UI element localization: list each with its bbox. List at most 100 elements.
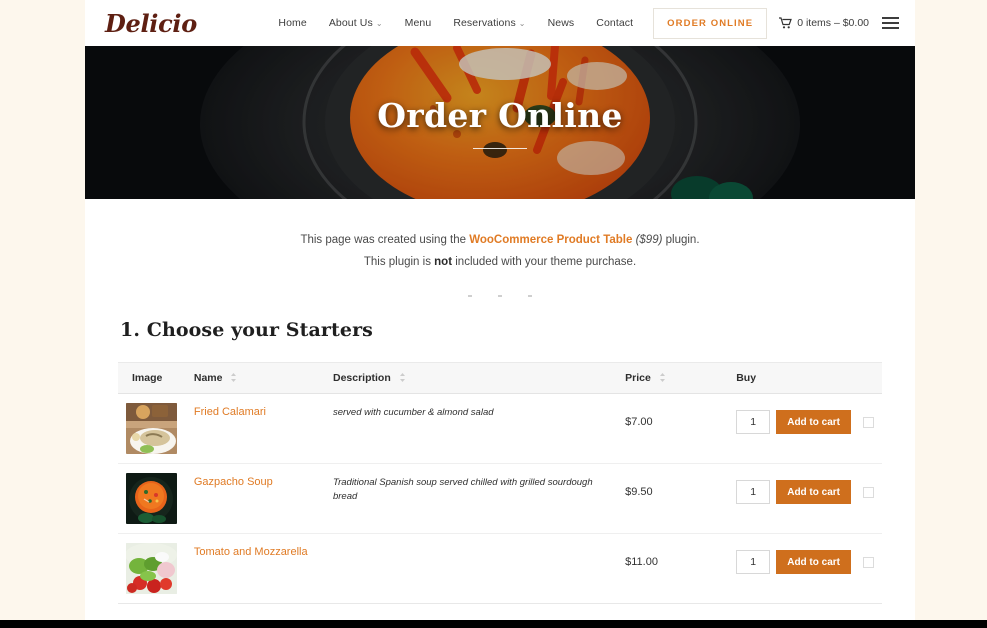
sort-icon[interactable]: [659, 373, 666, 382]
nav-label: Menu: [404, 17, 432, 29]
buy-controls: Add to cart: [736, 543, 874, 574]
product-description: served with cucumber & almond salad: [332, 407, 494, 418]
nav-label: News: [547, 17, 575, 29]
woocommerce-product-table-link[interactable]: WooCommerce Product Table: [469, 234, 632, 246]
cell-price: $7.00: [617, 393, 729, 464]
column-header-price[interactable]: Price: [617, 362, 729, 394]
intro-line1-before: This page was created using the: [300, 234, 470, 246]
cell-description: Traditional Spanish soup served chilled …: [324, 463, 618, 534]
separator-dash: [498, 295, 502, 297]
intro-price: ($99): [632, 234, 663, 246]
product-thumbnail[interactable]: [126, 473, 177, 524]
column-header-description[interactable]: Description: [324, 362, 618, 394]
section-heading-starters: 1. Choose your Starters: [120, 319, 373, 341]
intro-line2-after: included with your theme purchase.: [452, 256, 637, 268]
hero-title: Order Online: [377, 96, 623, 135]
cell-name: Gazpacho Soup: [185, 463, 325, 534]
row-select-checkbox[interactable]: [863, 556, 874, 568]
product-description: Traditional Spanish soup served chilled …: [332, 477, 593, 502]
quantity-input[interactable]: [736, 410, 771, 434]
cell-image: [118, 393, 186, 464]
intro-line1-after: plugin.: [662, 234, 700, 246]
product-price: $11.00: [625, 556, 658, 568]
product-table-container: Image Name Description Price Buy Fried C…: [85, 341, 915, 604]
nav-item-menu[interactable]: Menu: [394, 17, 443, 29]
add-to-cart-button[interactable]: Add to cart: [776, 480, 851, 504]
intro-line-2: This plugin is not included with your th…: [85, 251, 915, 273]
nav-item-reservations[interactable]: Reservations ⌄: [442, 17, 536, 29]
column-header-buy: Buy: [728, 362, 882, 394]
buy-controls: Add to cart: [736, 473, 874, 504]
cell-price: $9.50: [617, 463, 729, 534]
product-name-link[interactable]: Gazpacho Soup: [194, 473, 273, 488]
column-header-image: Image: [118, 362, 186, 394]
hero-banner: Order Online: [85, 46, 915, 199]
site-logo[interactable]: Delicio: [105, 9, 197, 38]
cell-image: [118, 463, 186, 534]
product-price: $7.00: [625, 416, 653, 428]
add-to-cart-button[interactable]: Add to cart: [776, 550, 851, 574]
sort-icon[interactable]: [230, 373, 237, 382]
hero-divider: [473, 148, 527, 149]
column-label: Description: [332, 372, 391, 384]
table-row: Gazpacho Soup Traditional Spanish soup s…: [118, 463, 882, 534]
nav-item-contact[interactable]: Contact: [585, 17, 644, 29]
nav-label: About Us: [328, 17, 373, 29]
product-table: Image Name Description Price Buy Fried C…: [118, 362, 882, 604]
product-thumbnail[interactable]: [126, 403, 177, 454]
separator-dash: [468, 295, 472, 297]
cell-description: served with cucumber & almond salad: [324, 393, 618, 464]
cell-name: Fried Calamari: [185, 393, 325, 464]
table-row: Tomato and Mozzarella $11.00 Add to cart: [118, 533, 882, 604]
product-thumbnail[interactable]: [126, 543, 177, 594]
intro-line2-before: This plugin is: [363, 256, 435, 268]
product-name-link[interactable]: Fried Calamari: [194, 403, 266, 418]
nav-item-news[interactable]: News: [537, 17, 586, 29]
main-navigation: Home About Us ⌄ Menu Reservations ⌄ News C…: [267, 7, 899, 39]
cell-buy: Add to cart: [728, 393, 882, 464]
table-header-row: Image Name Description Price Buy: [118, 362, 882, 394]
intro-emphasis-not: not: [434, 256, 453, 268]
cell-image: [118, 533, 186, 604]
nav-label: Home: [278, 17, 307, 29]
chevron-down-icon: ⌄: [518, 19, 526, 28]
column-label: Buy: [736, 372, 757, 384]
chevron-down-icon: ⌄: [375, 19, 383, 28]
shopping-cart-icon: [779, 17, 793, 29]
quantity-input[interactable]: [736, 480, 771, 504]
order-online-button[interactable]: ORDER ONLINE: [653, 7, 768, 39]
nav-label: Reservations: [453, 17, 516, 29]
bottom-bar: [0, 620, 987, 628]
column-label: Price: [625, 372, 651, 384]
column-header-name[interactable]: Name: [185, 362, 325, 394]
cart-total-label: 0 items – $0.00: [797, 17, 869, 29]
table-footer-actions: Add Selected To Cart: [85, 604, 915, 620]
buy-controls: Add to cart: [736, 403, 874, 434]
nav-item-home[interactable]: Home: [267, 17, 317, 29]
cell-name: Tomato and Mozzarella: [185, 533, 325, 604]
cell-buy: Add to cart: [728, 533, 882, 604]
product-price: $9.50: [625, 486, 653, 498]
table-row: Fried Calamari served with cucumber & al…: [118, 393, 882, 464]
column-label: Name: [193, 372, 223, 384]
hamburger-menu-icon[interactable]: [882, 17, 899, 29]
table-body: Fried Calamari served with cucumber & al…: [118, 393, 882, 604]
page-container: Delicio Home About Us ⌄ Menu Reservations…: [85, 0, 915, 620]
quantity-input[interactable]: [736, 550, 771, 574]
nav-label: Contact: [596, 17, 634, 29]
intro-text-block: This page was created using the WooComme…: [85, 199, 915, 297]
column-label: Image: [132, 372, 163, 384]
cell-buy: Add to cart: [728, 463, 882, 534]
site-header: Delicio Home About Us ⌄ Menu Reservations…: [85, 0, 915, 46]
nav-item-about-us[interactable]: About Us ⌄: [318, 17, 394, 29]
row-select-checkbox[interactable]: [863, 416, 874, 428]
cart-summary[interactable]: 0 items – $0.00: [779, 17, 869, 29]
separator-dash: [528, 295, 532, 297]
sort-icon[interactable]: [399, 373, 406, 382]
product-name-link[interactable]: Tomato and Mozzarella: [194, 543, 308, 558]
intro-line-1: This page was created using the WooComme…: [85, 229, 915, 251]
cell-price: $11.00: [617, 533, 729, 604]
add-to-cart-button[interactable]: Add to cart: [776, 410, 851, 434]
row-select-checkbox[interactable]: [863, 486, 874, 498]
table-header: Image Name Description Price Buy: [118, 362, 882, 394]
